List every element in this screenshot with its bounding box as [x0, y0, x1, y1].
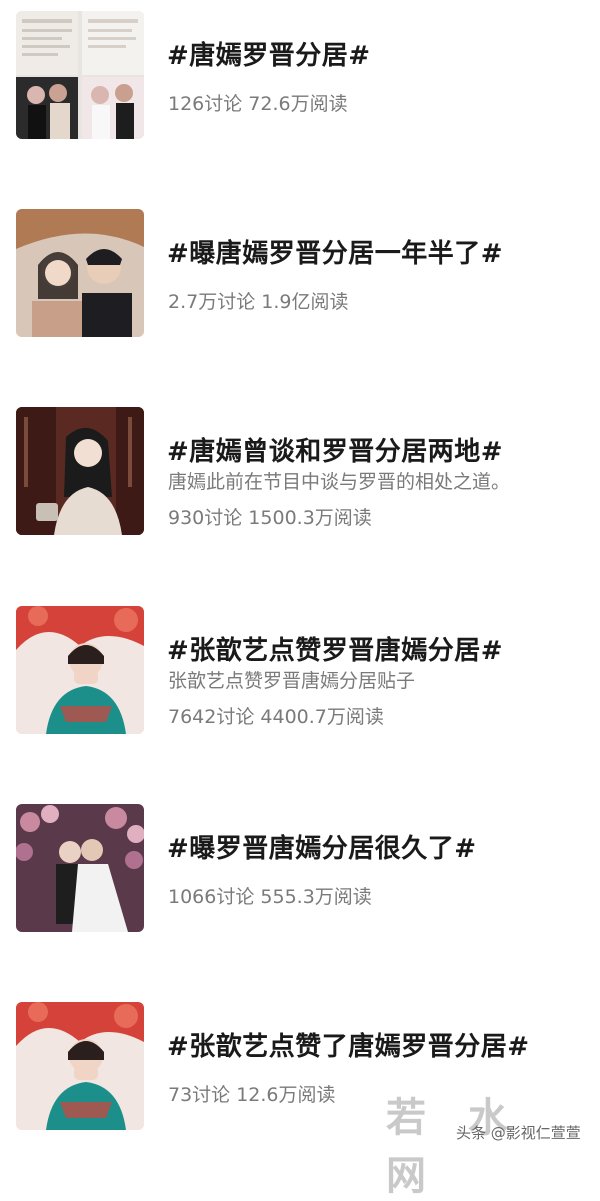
woman-photo-image — [16, 1002, 144, 1130]
topic-stats: 1066讨论 555.3万阅读 — [168, 886, 372, 908]
topic-title[interactable]: #唐嫣罗晋分居# — [167, 35, 371, 72]
topic-description: 张歆艺点赞罗晋唐嫣分居贴子 — [168, 670, 416, 692]
topic-title[interactable]: #曝唐嫣罗晋分居一年半了# — [167, 233, 503, 270]
topic-thumbnail[interactable] — [16, 1002, 144, 1130]
author-credit-watermark: 头条 @影视仁萱萱 — [456, 1124, 581, 1142]
topic-stats: 126讨论 72.6万阅读 — [168, 93, 348, 115]
actress-photo-image — [16, 407, 144, 535]
topic-description: 唐嫣此前在节目中谈与罗晋的相处之道。 — [168, 471, 511, 493]
topic-item[interactable]: #曝罗晋唐嫣分居很久了# 1066讨论 555.3万阅读 — [0, 804, 600, 932]
site-watermark: 若 水 网 — [386, 1095, 522, 1199]
topic-thumbnail[interactable] — [16, 804, 144, 932]
topic-thumbnail[interactable] — [16, 606, 144, 734]
topic-item[interactable]: #张歆艺点赞罗晋唐嫣分居# 张歆艺点赞罗晋唐嫣分居贴子 7642讨论 4400.… — [0, 606, 600, 734]
topic-thumbnail[interactable] — [16, 11, 144, 139]
topic-stats: 930讨论 1500.3万阅读 — [168, 507, 372, 529]
topic-thumbnail[interactable] — [16, 407, 144, 535]
couple-photo-image — [16, 209, 144, 337]
topic-title[interactable]: #唐嫣曾谈和罗晋分居两地# — [167, 431, 503, 468]
woman-photo-image — [16, 606, 144, 734]
topic-title[interactable]: #张歆艺点赞罗晋唐嫣分居# — [167, 630, 503, 667]
topic-title[interactable]: #张歆艺点赞了唐嫣罗晋分居# — [167, 1026, 530, 1063]
topic-stats: 73讨论 12.6万阅读 — [168, 1084, 336, 1106]
topic-item[interactable]: #曝唐嫣罗晋分居一年半了# 2.7万讨论 1.9亿阅读 — [0, 209, 600, 337]
topic-item[interactable]: #唐嫣罗晋分居# 126讨论 72.6万阅读 — [0, 11, 600, 139]
topic-stats: 7642讨论 4400.7万阅读 — [168, 706, 384, 728]
topic-item[interactable]: #唐嫣曾谈和罗晋分居两地# 唐嫣此前在节目中谈与罗晋的相处之道。 930讨论 1… — [0, 407, 600, 535]
wedding-photo-image — [16, 804, 144, 932]
photo-collage-image — [16, 11, 144, 139]
topic-title[interactable]: #曝罗晋唐嫣分居很久了# — [167, 828, 477, 865]
topic-stats: 2.7万讨论 1.9亿阅读 — [168, 291, 349, 313]
topic-thumbnail[interactable] — [16, 209, 144, 337]
